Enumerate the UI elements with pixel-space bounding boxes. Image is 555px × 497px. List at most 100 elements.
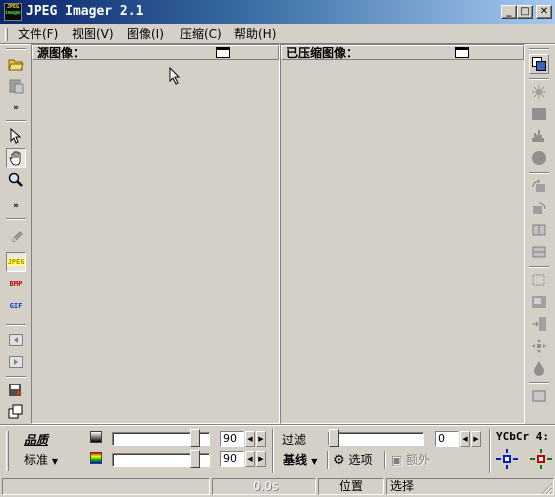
- paste-icon: [9, 79, 24, 94]
- toolbar-grip: [529, 48, 549, 50]
- paste-button[interactable]: [6, 76, 26, 96]
- crop-icon: [532, 274, 545, 286]
- contrast-icon: [532, 108, 546, 120]
- filter-slider[interactable]: [328, 429, 424, 447]
- contrast-button[interactable]: [529, 104, 549, 124]
- controls-separator: [384, 451, 386, 469]
- toolbar-overflow-chevron-2[interactable]: »: [6, 202, 26, 211]
- menu-image[interactable]: 图像(I): [127, 26, 164, 42]
- pan-tool-button[interactable]: [6, 148, 26, 168]
- resize-grip-icon[interactable]: [540, 482, 553, 495]
- chrominance-increment-button[interactable]: ▶: [256, 451, 266, 467]
- menu-file[interactable]: 文件(F): [18, 26, 58, 42]
- source-image-canvas[interactable]: [32, 60, 279, 423]
- format-gif-button[interactable]: GIF: [6, 296, 26, 316]
- mouse-cursor-icon: [169, 67, 181, 85]
- source-pane-header: 源图像：: [32, 45, 279, 60]
- toolbar-overflow-chevron-1[interactable]: »: [6, 104, 26, 113]
- filter-input[interactable]: 0: [435, 431, 459, 447]
- baseline-dropdown[interactable]: 基线 ▼: [283, 451, 317, 468]
- histogram-button[interactable]: [529, 126, 549, 146]
- filter-slider-thumb[interactable]: [329, 429, 339, 447]
- sampling-mode-1-button[interactable]: [496, 449, 518, 469]
- options-button[interactable]: ⚙ 选项: [333, 451, 373, 468]
- copy-button[interactable]: [6, 402, 26, 422]
- gear-icon: ⚙: [333, 453, 345, 468]
- move-arrows-icon: [532, 339, 546, 353]
- stamp-icon: [10, 231, 23, 242]
- maximize-button[interactable]: □: [517, 5, 533, 19]
- toolbar-separator: [529, 382, 549, 384]
- chroma-grid-red-icon: [530, 449, 552, 469]
- menu-view[interactable]: 视图(V): [72, 26, 114, 42]
- bmp-format-icon: BMP: [9, 280, 23, 288]
- chrominance-quality-input[interactable]: 90: [220, 451, 244, 467]
- flip-icon: [532, 224, 546, 236]
- left-toolbar: » » JPEG BMP GIF: [4, 48, 30, 426]
- luminance-quality-slider[interactable]: [112, 429, 210, 447]
- menu-help[interactable]: 帮助(H): [234, 26, 276, 42]
- select-tool-button[interactable]: [6, 126, 26, 146]
- chevron-down-icon: ▼: [311, 457, 318, 466]
- magnifier-icon: [8, 172, 23, 187]
- zoom-tool-button[interactable]: [6, 170, 26, 190]
- filter-decrement-button[interactable]: ◀: [460, 431, 470, 447]
- hand-icon: [9, 151, 21, 166]
- format-jpeg-button[interactable]: JPEG: [6, 252, 26, 272]
- minimize-button[interactable]: _: [501, 5, 517, 19]
- save-icon: [9, 384, 22, 396]
- thumbnail-button[interactable]: [529, 386, 549, 406]
- source-pane-title: 源图像：: [37, 46, 86, 60]
- chrominance-icon: [90, 452, 102, 464]
- luminance-decrement-button[interactable]: ◀: [245, 431, 255, 447]
- toolbar-separator: [529, 266, 549, 268]
- toolbar-separator: [6, 120, 26, 122]
- split-button[interactable]: [529, 314, 549, 334]
- chevron-down-icon: ▼: [51, 457, 58, 466]
- chrominance-quality-slider[interactable]: [112, 450, 210, 468]
- save-button[interactable]: [6, 380, 26, 400]
- compressed-pane-maximize-icon[interactable]: [455, 47, 469, 58]
- filter-increment-button[interactable]: ▶: [471, 431, 481, 447]
- luminance-quality-input[interactable]: 90: [220, 431, 244, 447]
- chrominance-decrement-button[interactable]: ◀: [245, 451, 255, 467]
- sharpen-button[interactable]: [529, 358, 549, 378]
- open-file-button[interactable]: [6, 54, 26, 74]
- brightness-button[interactable]: [529, 82, 549, 102]
- color-button[interactable]: [529, 148, 549, 168]
- open-folder-icon: [8, 59, 24, 71]
- preset-dropdown[interactable]: 标准 ▼: [24, 451, 58, 468]
- close-button[interactable]: ✕: [536, 5, 552, 19]
- rotate-left-button[interactable]: [529, 176, 549, 196]
- toolbar-separator: [529, 78, 549, 80]
- luminance-increment-button[interactable]: ▶: [256, 431, 266, 447]
- move-button[interactable]: [529, 336, 549, 356]
- rotate-right-button[interactable]: [529, 198, 549, 218]
- chrominance-slider-thumb[interactable]: [190, 450, 200, 468]
- flip-vertical-button[interactable]: [529, 242, 549, 262]
- sampling-mode-2-button[interactable]: [530, 449, 552, 469]
- format-bmp-button[interactable]: BMP: [6, 274, 26, 294]
- flip-horizontal-button[interactable]: [529, 220, 549, 240]
- menu-compress[interactable]: 压缩(C): [180, 26, 222, 42]
- preset-value: 标准: [24, 453, 49, 467]
- title-bar: JPEG imager JPEG Imager 2.1 _ □ ✕: [0, 0, 555, 24]
- pointer-icon: [10, 128, 22, 144]
- next-button[interactable]: [6, 352, 26, 372]
- toolbar-grip: [6, 48, 26, 50]
- toolbar-separator: [529, 172, 549, 174]
- extra-button[interactable]: ▣ 额外: [391, 451, 430, 468]
- resize-button[interactable]: [529, 292, 549, 312]
- crop-button[interactable]: [529, 270, 549, 290]
- baseline-value: 基线: [283, 453, 308, 467]
- compare-view-button[interactable]: [529, 54, 549, 74]
- source-pane-maximize-icon[interactable]: [216, 47, 230, 58]
- compressed-image-canvas[interactable]: [281, 60, 524, 423]
- stamp-button[interactable]: [6, 224, 26, 244]
- source-image-pane: 源图像：: [31, 44, 280, 424]
- luminance-slider-thumb[interactable]: [190, 429, 200, 447]
- arrow-left-icon: [9, 334, 23, 346]
- previous-button[interactable]: [6, 330, 26, 350]
- compressed-pane-header: 已压缩图像：: [281, 45, 524, 60]
- chroma-grid-blue-icon: [496, 449, 518, 469]
